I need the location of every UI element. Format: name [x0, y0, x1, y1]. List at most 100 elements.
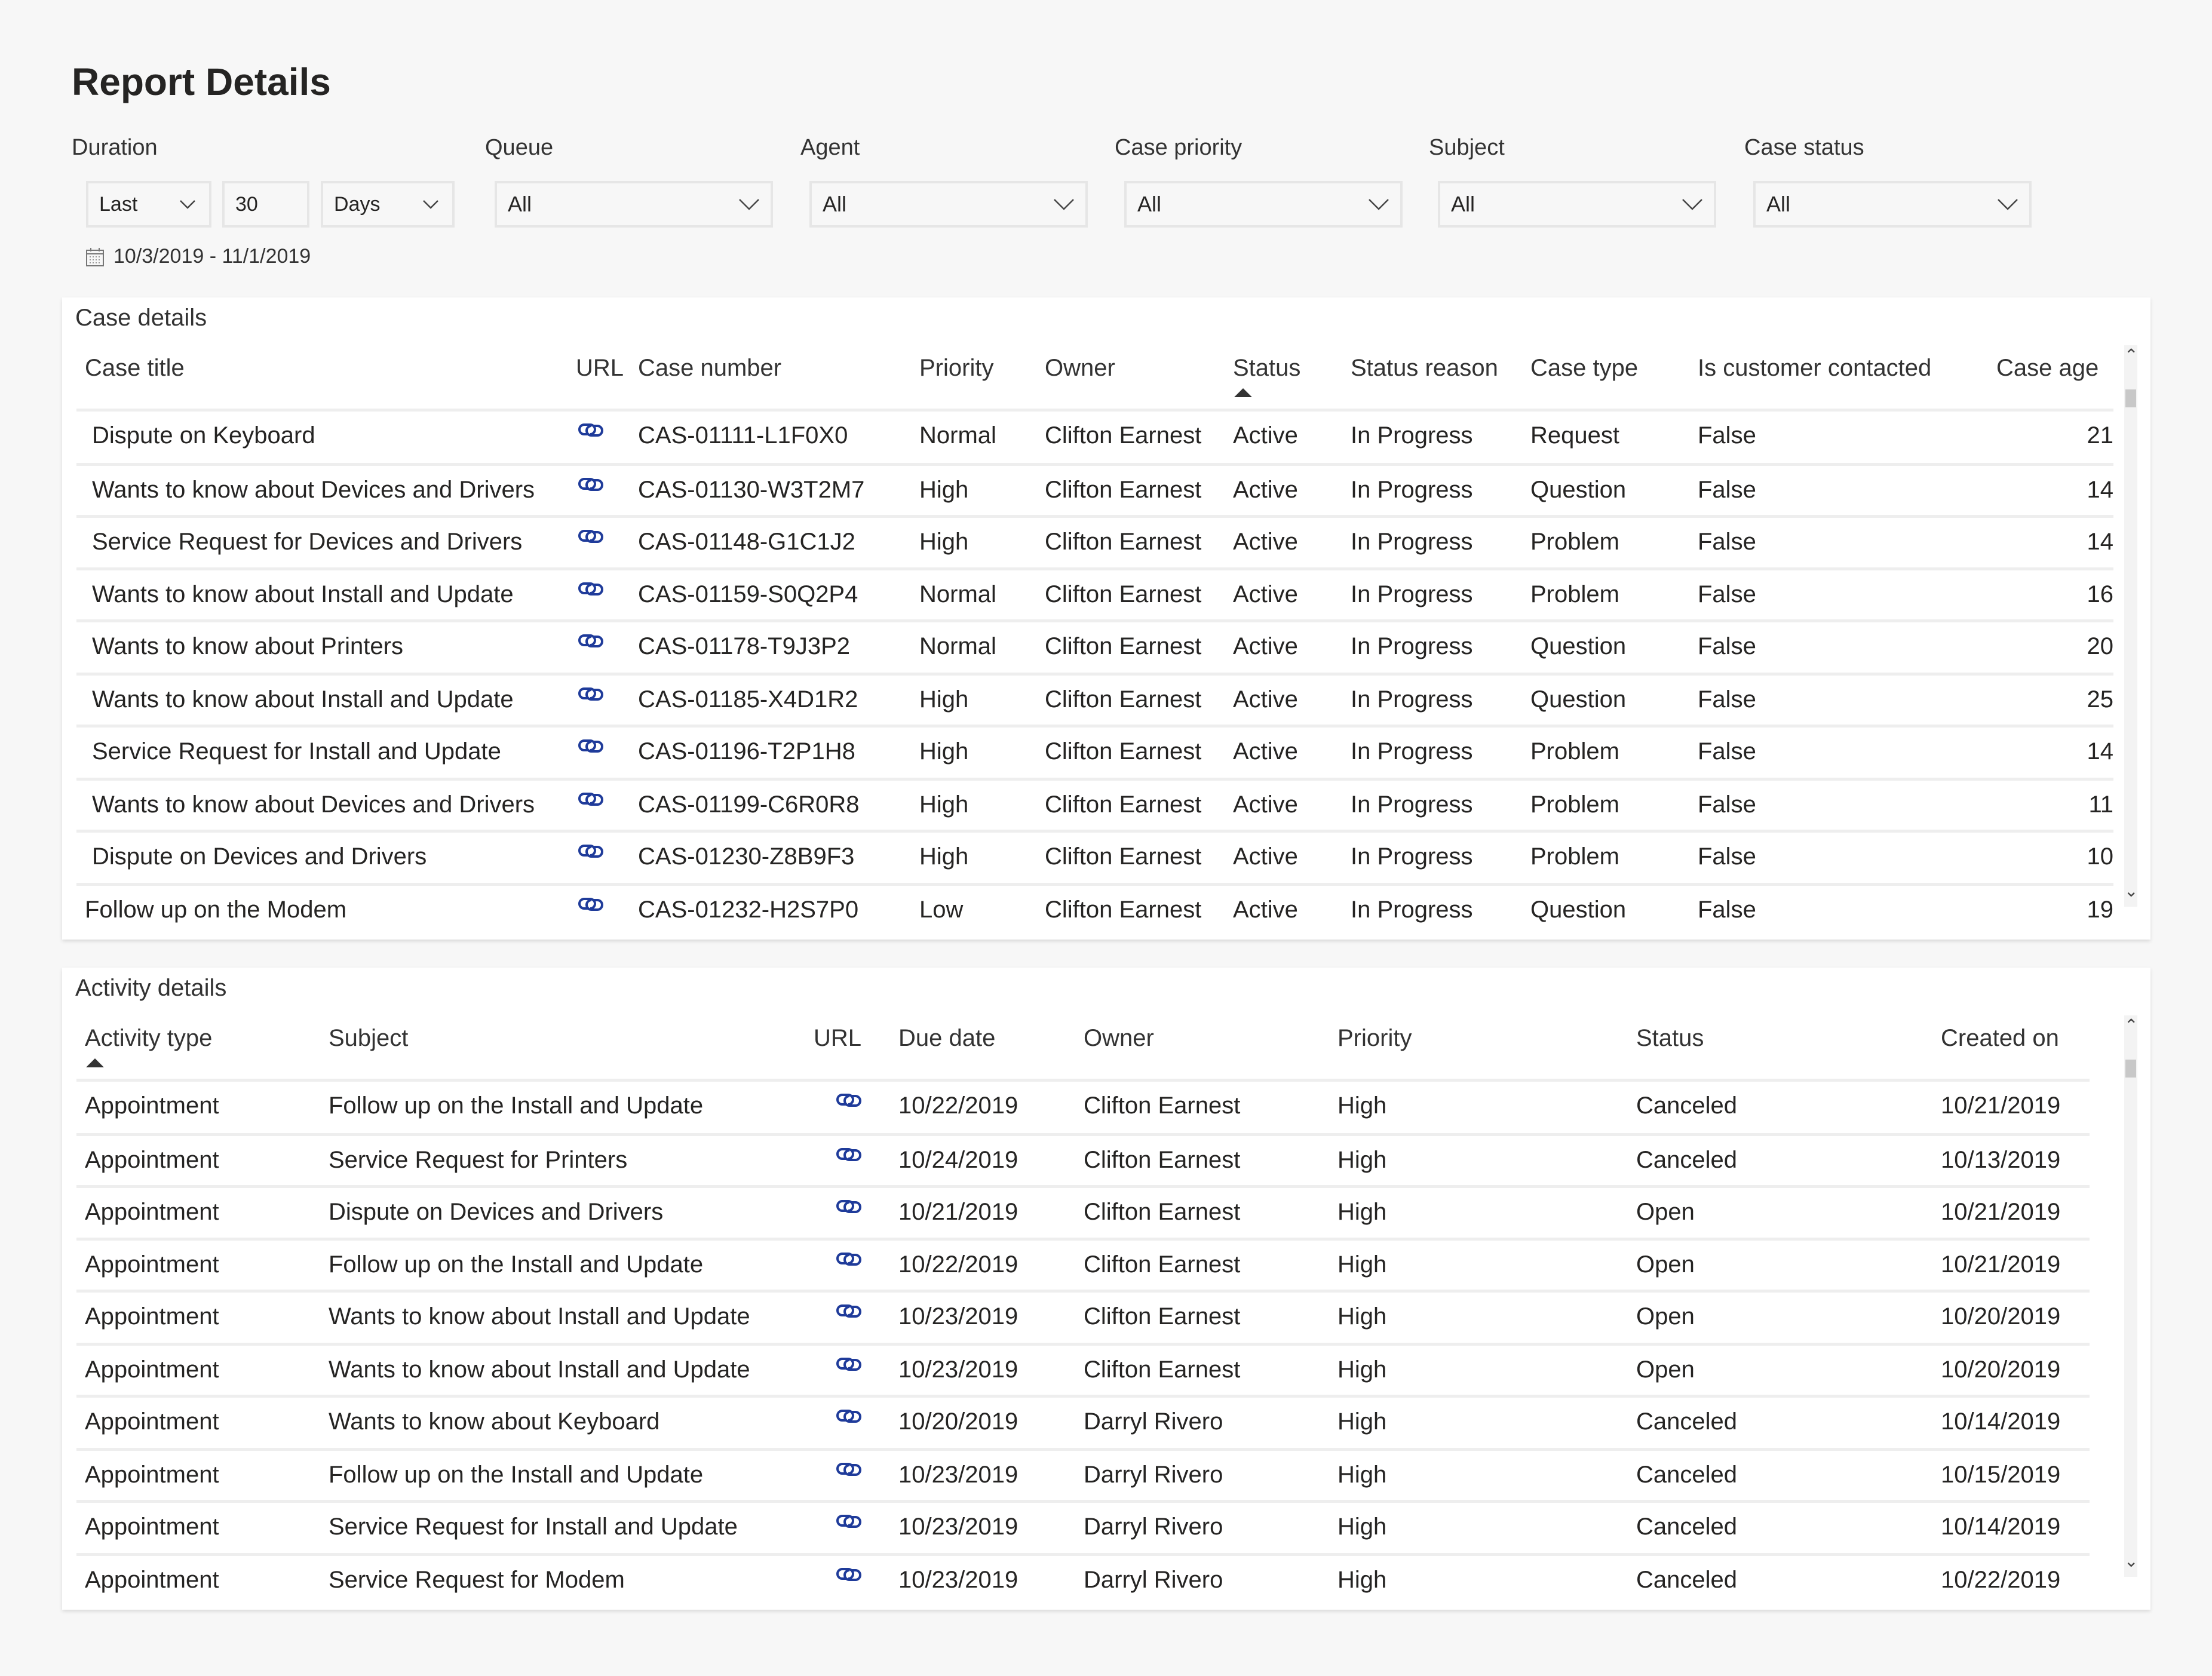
link-icon[interactable]	[577, 474, 605, 495]
duration-mode-dropdown[interactable]: Last	[86, 181, 211, 228]
case-status-label: Case status	[1744, 135, 1864, 160]
date-range[interactable]: 10/3/2019 - 11/1/2019	[85, 245, 311, 268]
case-age-cell: 19	[2087, 897, 2114, 923]
duration-amount-input[interactable]: 30	[222, 181, 309, 228]
scroll-down-icon[interactable]: ⌄	[2124, 881, 2138, 901]
col-header-status[interactable]: Status	[1636, 1025, 1704, 1052]
col-header-owner[interactable]: Owner	[1084, 1025, 1154, 1052]
col-header-case-type[interactable]: Case type	[1530, 355, 1638, 382]
priority-cell: High	[1337, 1462, 1387, 1488]
col-header-case-age[interactable]: Case age	[1996, 355, 2099, 382]
col-header-status[interactable]: Status	[1233, 355, 1300, 382]
link-icon[interactable]	[577, 841, 605, 861]
link-icon[interactable]	[577, 684, 605, 704]
col-header-owner[interactable]: Owner	[1045, 355, 1115, 382]
link-icon[interactable]	[835, 1459, 863, 1479]
table-row[interactable]: Wants to know about Devices and Drivers C…	[76, 463, 2113, 515]
link-icon[interactable]	[835, 1354, 863, 1374]
table-row[interactable]: Wants to know about Install and Update CA…	[76, 673, 2113, 725]
link-icon[interactable]	[835, 1406, 863, 1426]
col-header-due-date[interactable]: Due date	[898, 1025, 995, 1052]
due-date-cell: 10/23/2019	[898, 1356, 1018, 1383]
col-header-created-on[interactable]: Created on	[1941, 1025, 2059, 1052]
priority-cell: High	[1337, 1251, 1387, 1278]
col-header-case-number[interactable]: Case number	[638, 355, 781, 382]
table-row[interactable]: Appointment Follow up on the Install and …	[76, 1238, 2090, 1290]
table-row[interactable]: Appointment Service Request for Printers 1…	[76, 1133, 2090, 1186]
status-cell: Active	[1233, 581, 1298, 607]
link-icon[interactable]	[577, 736, 605, 756]
table-row[interactable]: Wants to know about Printers CAS-01178-T9…	[76, 619, 2113, 672]
link-icon[interactable]	[577, 526, 605, 547]
link-icon[interactable]	[835, 1511, 863, 1531]
duration-unit-dropdown[interactable]: Days	[321, 181, 455, 228]
case-title-cell: Wants to know about Devices and Drivers	[92, 791, 535, 818]
scroll-up-icon[interactable]: ⌃	[2124, 345, 2138, 365]
table-row[interactable]: Follow up on the Modem CAS-01232-H2S7P0 Lo…	[76, 883, 2113, 935]
case-title-cell: Dispute on Keyboard	[92, 422, 315, 449]
col-header-is-customer-contacted[interactable]: Is customer contacted	[1698, 355, 1931, 382]
link-icon[interactable]	[835, 1196, 863, 1217]
link-icon[interactable]	[577, 789, 605, 809]
owner-cell: Clifton Earnest	[1045, 477, 1202, 503]
col-header-priority[interactable]: Priority	[1337, 1025, 1412, 1052]
owner-cell: Darryl Rivero	[1084, 1408, 1223, 1435]
link-icon[interactable]	[835, 1249, 863, 1269]
scroll-up-icon[interactable]: ⌃	[2124, 1015, 2138, 1035]
customer-contacted-cell: False	[1698, 633, 1756, 659]
table-row[interactable]: Appointment Service Request for Modem 10/2…	[76, 1553, 2090, 1606]
link-icon[interactable]	[835, 1090, 863, 1110]
col-header-url[interactable]: URL	[814, 1025, 861, 1052]
col-header-case-title[interactable]: Case title	[85, 355, 185, 382]
case-priority-dropdown[interactable]: All	[1124, 181, 1403, 228]
link-icon[interactable]	[835, 1564, 863, 1585]
table-row[interactable]: Dispute on Keyboard CAS-01111-L1F0X0 Norma…	[76, 409, 2113, 461]
due-date-cell: 10/23/2019	[898, 1462, 1018, 1488]
scroll-thumb[interactable]	[2125, 389, 2136, 407]
col-header-activity-type[interactable]: Activity type	[85, 1025, 212, 1052]
link-icon[interactable]	[577, 579, 605, 599]
table-row[interactable]: Service Request for Install and Update CA…	[76, 725, 2113, 777]
owner-cell: Clifton Earnest	[1084, 1251, 1241, 1278]
link-icon[interactable]	[835, 1144, 863, 1165]
subject-cell: Dispute on Devices and Drivers	[329, 1199, 664, 1225]
queue-dropdown[interactable]: All	[495, 181, 773, 228]
link-icon[interactable]	[577, 420, 605, 440]
due-date-cell: 10/23/2019	[898, 1514, 1018, 1540]
scroll-down-icon[interactable]: ⌄	[2124, 1551, 2138, 1571]
table-row[interactable]: Wants to know about Install and Update CA…	[76, 567, 2113, 620]
table-row[interactable]: Appointment Follow up on the Install and …	[76, 1448, 2090, 1500]
scroll-thumb[interactable]	[2125, 1060, 2136, 1078]
table-row[interactable]: Appointment Wants to know about Install a…	[76, 1343, 2090, 1395]
link-icon[interactable]	[577, 894, 605, 914]
table-row[interactable]: Wants to know about Devices and Drivers C…	[76, 778, 2113, 830]
table-row[interactable]: Appointment Dispute on Devices and Driver…	[76, 1185, 2090, 1238]
case-status-dropdown[interactable]: All	[1753, 181, 2032, 228]
table-row[interactable]: Appointment Service Request for Install a…	[76, 1500, 2090, 1552]
table-row[interactable]: Service Request for Devices and Drivers C…	[76, 515, 2113, 567]
link-icon[interactable]	[577, 631, 605, 651]
activity-table-scrollbar[interactable]: ⌃ ⌄	[2124, 1015, 2138, 1577]
table-row[interactable]: Appointment Wants to know about Keyboard 1…	[76, 1395, 2090, 1447]
col-header-subject[interactable]: Subject	[329, 1025, 408, 1052]
agent-dropdown[interactable]: All	[809, 181, 1088, 228]
col-header-url[interactable]: URL	[576, 355, 624, 382]
table-row[interactable]: Appointment Follow up on the Install and …	[76, 1079, 2090, 1131]
col-header-status-reason[interactable]: Status reason	[1351, 355, 1498, 382]
status-cell: Open	[1636, 1303, 1695, 1330]
case-number-cell: CAS-01130-W3T2M7	[638, 477, 865, 503]
status-cell: Active	[1233, 738, 1298, 765]
customer-contacted-cell: False	[1698, 422, 1756, 449]
subject-dropdown[interactable]: All	[1438, 181, 1716, 228]
status-reason-cell: In Progress	[1351, 738, 1473, 765]
table-row[interactable]: Dispute on Devices and Drivers CAS-01230-…	[76, 830, 2113, 882]
chevron-down-icon	[1369, 199, 1389, 210]
chevron-down-icon	[739, 199, 759, 210]
link-icon[interactable]	[835, 1301, 863, 1321]
activity-type-cell: Appointment	[85, 1567, 219, 1593]
col-header-priority[interactable]: Priority	[919, 355, 993, 382]
priority-cell: High	[1337, 1514, 1387, 1540]
table-row[interactable]: Appointment Wants to know about Install a…	[76, 1290, 2090, 1342]
case-table-scrollbar[interactable]: ⌃ ⌄	[2124, 345, 2138, 907]
queue-value: All	[508, 192, 532, 216]
